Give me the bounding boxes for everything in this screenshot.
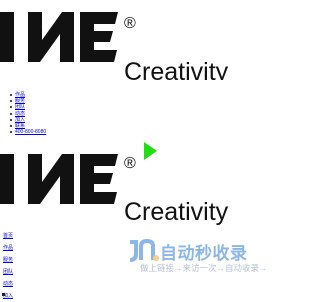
registered-mark: ® xyxy=(124,155,136,172)
footer-link-team[interactable]: 团队 xyxy=(3,266,13,278)
footer-link-home[interactable]: 首页 xyxy=(3,230,13,242)
brand-logo-top[interactable]: ® Creativity xyxy=(0,0,300,80)
footer-link-works-text[interactable]: 作品 xyxy=(3,245,13,251)
footer-link-services[interactable]: 服务 xyxy=(3,254,13,266)
registered-mark: ® xyxy=(124,15,136,32)
logo-tagline: Creativity xyxy=(124,58,229,80)
watermark: 自动秒收录 做上链接→来访一次→自动收录→ xyxy=(122,236,282,278)
play-icon[interactable] xyxy=(144,142,158,165)
footer-link-team-text[interactable]: 团队 xyxy=(3,269,13,275)
watermark-subtitle: 做上链接→来访一次→自动收录→ xyxy=(140,263,268,273)
nav-link-phone[interactable]: 400-800-8080 xyxy=(15,129,46,135)
footer-link-news[interactable]: 动态 xyxy=(3,278,13,290)
footer-link-works[interactable]: 作品 xyxy=(3,242,13,254)
logo-tagline: Creativity xyxy=(124,198,229,226)
watermark-title: 自动秒收录 xyxy=(160,244,248,263)
logo-wordmark-shape xyxy=(0,12,118,62)
main-nav: 作品 服务 团队 动态 加入 联系 400-800-8080 xyxy=(8,92,46,135)
logo-wordmark-shape xyxy=(0,154,118,204)
bullet-dot xyxy=(2,293,5,296)
nav-link-team[interactable]: 团队 xyxy=(15,104,25,110)
nav-item-phone[interactable]: 400-800-8080 xyxy=(10,129,46,135)
footer-link-news-text[interactable]: 动态 xyxy=(3,281,13,287)
footer-link-join[interactable]: 加入 xyxy=(3,290,13,302)
nav-link-join[interactable]: 加入 xyxy=(15,117,25,123)
footer-link-home-text[interactable]: 首页 xyxy=(3,233,13,239)
footer-nav: 首页 作品 服务 团队 动态 加入 xyxy=(3,230,13,302)
nav-link-contact[interactable]: 联系 xyxy=(15,123,25,129)
nav-link-news[interactable]: 动态 xyxy=(15,111,25,117)
footer-link-services-text[interactable]: 服务 xyxy=(3,257,13,263)
